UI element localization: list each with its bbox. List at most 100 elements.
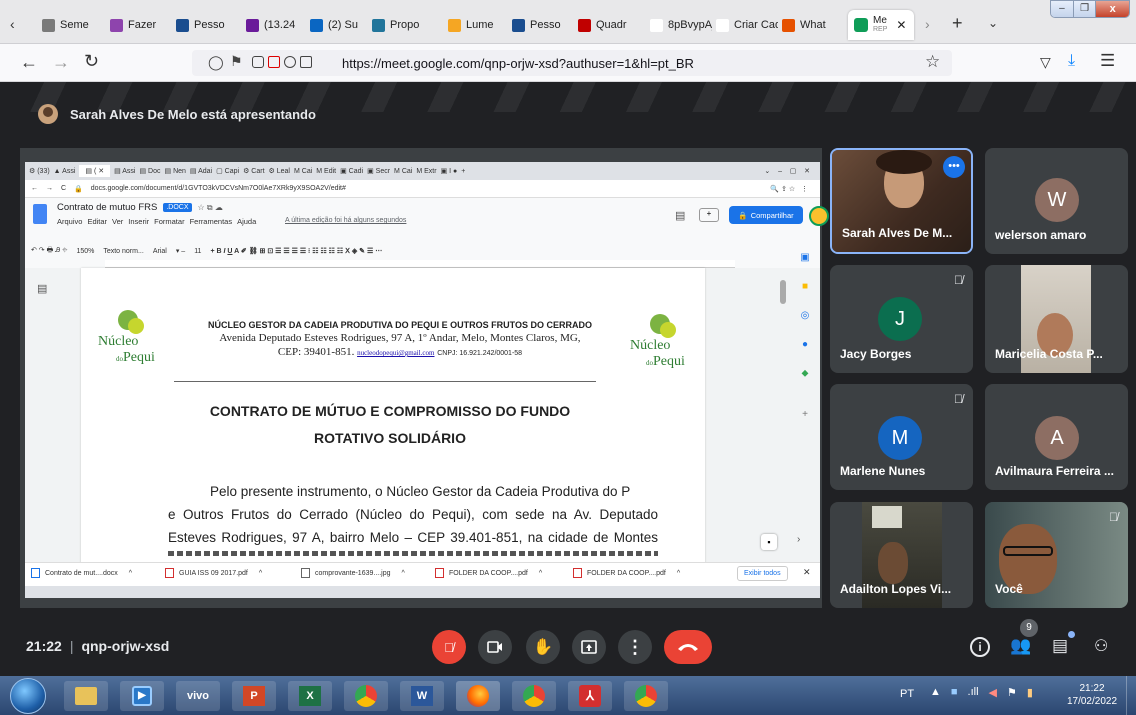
language-indicator[interactable]: PT	[900, 688, 914, 700]
participant-tile-marlene[interactable]: 🎙̸ M Marlene Nunes	[830, 384, 973, 490]
leave-call-button[interactable]	[664, 630, 712, 664]
taskbar-powerpoint[interactable]: P	[232, 681, 276, 711]
more-options-button[interactable]: ⋮	[618, 630, 652, 664]
permissions-icons[interactable]	[252, 56, 314, 70]
tab-google-meet[interactable]: Me REP ✕	[848, 10, 914, 40]
download-menu-icon[interactable]: ^	[539, 570, 542, 577]
people-icon[interactable]: 👥	[1010, 636, 1031, 656]
calendar-icon[interactable]: ▣	[800, 252, 809, 263]
forward-icon[interactable]: →	[52, 52, 70, 73]
present-button[interactable]	[572, 630, 606, 664]
close-tab-icon[interactable]: ✕	[896, 18, 906, 32]
raise-hand-button[interactable]: ✋	[526, 630, 560, 664]
download-item[interactable]: GUIA ISS 09 2017.pdf ^	[165, 568, 293, 578]
bookmark-star-icon[interactable]: ☆	[925, 52, 940, 72]
tab-list-icon[interactable]: ⌄	[988, 16, 998, 30]
keep-icon[interactable]: ■	[802, 281, 808, 292]
outline-icon[interactable]: ▤	[37, 282, 47, 295]
browser-tab[interactable]: Seme	[42, 10, 106, 40]
taskbar-chrome-profile[interactable]	[512, 681, 556, 711]
participant-tile-sarah[interactable]: ••• Sarah Alves De M...	[830, 148, 973, 254]
menu-icon[interactable]: ☰	[1100, 51, 1115, 71]
docs-menu-formatar[interactable]: Formatar	[154, 217, 184, 226]
download-menu-icon[interactable]: ^	[259, 570, 262, 577]
back-icon[interactable]: ←	[20, 52, 38, 73]
activities-icon[interactable]: ⚇	[1094, 636, 1108, 656]
download-menu-icon[interactable]: ^	[129, 570, 132, 577]
show-desktop-button[interactable]	[1126, 676, 1136, 715]
font-size-input[interactable]: 11	[194, 248, 201, 255]
comments-icon[interactable]: ▤	[675, 209, 685, 222]
browser-tab[interactable]: (2) Su	[310, 10, 368, 40]
browser-tab[interactable]: Propo	[372, 10, 444, 40]
participant-tile-adailton[interactable]: Adailton Lopes Vi...	[830, 502, 973, 608]
chat-icon[interactable]: ▤	[1052, 636, 1068, 656]
taskbar-firefox[interactable]	[456, 681, 500, 711]
meeting-code[interactable]: qnp-orjw-xsd	[81, 638, 169, 654]
doc-title[interactable]: Contrato de mutuo FRS	[57, 202, 157, 213]
reload-icon[interactable]: ↻	[84, 51, 99, 72]
download-item[interactable]: FOLDER DA COOP....pdf ^	[573, 568, 701, 578]
taskbar-acrobat[interactable]: ⅄	[568, 681, 612, 711]
docs-menu-arquivo[interactable]: Arquivo	[57, 217, 82, 226]
power-icon[interactable]: ▮	[1027, 686, 1033, 699]
browser-tab[interactable]: Criar Cada	[716, 10, 778, 40]
participant-tile-jacy[interactable]: 🎙̸ J Jacy Borges	[830, 265, 973, 373]
flag-icon[interactable]: ⚑	[1007, 686, 1017, 699]
account-avatar[interactable]	[809, 206, 829, 226]
explore-icon[interactable]: ▪	[761, 534, 777, 550]
taskbar-vivo[interactable]: vivo	[176, 681, 220, 711]
volume-icon[interactable]: ◀	[989, 686, 997, 699]
shield-icon[interactable]: ◯	[208, 54, 224, 71]
download-item[interactable]: Contrato de mut....docx ^	[31, 568, 159, 578]
font-select[interactable]: Arial	[153, 248, 167, 255]
new-tab-icon[interactable]: +	[952, 13, 963, 34]
zoom-select[interactable]: 150%	[76, 248, 94, 255]
docs-menu-editar[interactable]: Editar	[87, 217, 107, 226]
browser-tab[interactable]: 8pBvypAj	[650, 10, 712, 40]
taskbar-explorer[interactable]	[64, 681, 108, 711]
clock[interactable]: 21:22 17/02/2022	[1062, 682, 1122, 708]
tasks-icon[interactable]: ◎	[801, 310, 810, 321]
undo-icon[interactable]: ↶ ↷ 🖶 Ꭿ ⌖	[31, 246, 67, 257]
collapse-panel-icon[interactable]: ›	[797, 534, 800, 545]
camera-button[interactable]	[478, 630, 512, 664]
download-item[interactable]: FOLDER DA COOP....pdf ^	[435, 568, 563, 578]
taskbar-word[interactable]: W	[400, 681, 444, 711]
maximize-icon[interactable]: ❐	[1072, 1, 1096, 17]
maps-icon[interactable]: ⬥	[802, 368, 809, 379]
signal-icon[interactable]: .ıll	[968, 686, 979, 699]
download-menu-icon[interactable]: ^	[402, 570, 405, 577]
taskbar-media-player[interactable]: ▶	[120, 681, 164, 711]
docs-menu-inserir[interactable]: Inserir	[128, 217, 149, 226]
docs-menu-ver[interactable]: Ver	[112, 217, 123, 226]
docs-menu-ajuda[interactable]: Ajuda	[237, 217, 256, 226]
close-downloads-icon[interactable]: ✕	[803, 567, 811, 578]
participant-tile-maricelia[interactable]: Maricelia Costa P...	[985, 265, 1128, 373]
pocket-icon[interactable]: ▽	[1040, 54, 1051, 71]
browser-tab[interactable]: Pesso	[176, 10, 242, 40]
doc-scrollbar[interactable]	[780, 280, 786, 304]
more-options-icon[interactable]: •••	[943, 156, 965, 178]
style-select[interactable]: Texto norm...	[103, 248, 143, 255]
taskbar-chrome[interactable]	[344, 681, 388, 711]
meet-present-icon[interactable]: +	[699, 208, 719, 222]
share-button[interactable]: 🔒 Compartilhar	[729, 206, 803, 224]
taskbar-chrome-2[interactable]	[624, 681, 668, 711]
lock-icon[interactable]: ⚑	[230, 53, 243, 70]
taskbar-excel[interactable]: X	[288, 681, 332, 711]
downloads-icon[interactable]: ⤓	[1068, 52, 1075, 70]
add-addon-icon[interactable]: +	[802, 409, 808, 420]
tray-expand-icon[interactable]: ▲	[930, 686, 941, 699]
browser-tab[interactable]: What	[782, 10, 838, 40]
participant-tile-avilmaura[interactable]: A Avilmaura Ferreira ...	[985, 384, 1128, 490]
contacts-icon[interactable]: ●	[802, 339, 808, 350]
format-icons[interactable]: + B I U A ✐ ⛓ ⊞ ⊡ ☰ ☰ ☰ ☰ ⁝ ☷ ☷ ☷ ☷ Ⅹ ◈ …	[210, 247, 382, 255]
download-menu-icon[interactable]: ^	[677, 570, 680, 577]
docs-menu-ferramentas[interactable]: Ferramentas	[190, 217, 233, 226]
show-all-button[interactable]: Exibir todos	[737, 566, 788, 581]
browser-tab[interactable]: Lume	[448, 10, 508, 40]
minimize-icon[interactable]: –	[1051, 1, 1073, 17]
meeting-details-icon[interactable]: i	[970, 637, 990, 657]
browser-tab[interactable]: (13.24	[246, 10, 306, 40]
